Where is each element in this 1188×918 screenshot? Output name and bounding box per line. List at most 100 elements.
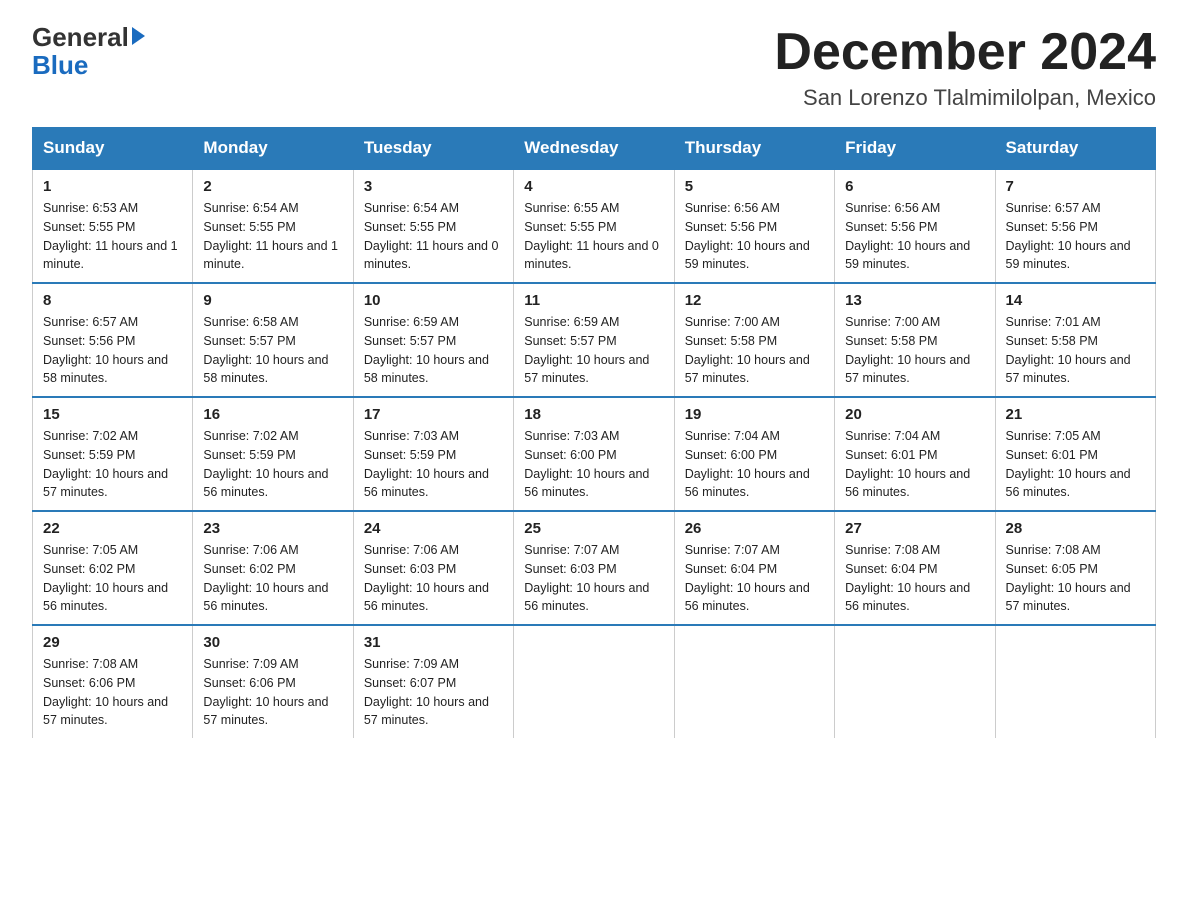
day-number: 24 [364, 520, 503, 537]
col-header-wednesday: Wednesday [514, 128, 674, 170]
day-info: Sunrise: 6:56 AMSunset: 5:56 PMDaylight:… [685, 201, 810, 271]
day-number: 20 [845, 406, 984, 423]
day-number: 1 [43, 178, 182, 195]
calendar-cell [835, 625, 995, 738]
day-number: 16 [203, 406, 342, 423]
calendar-cell: 9 Sunrise: 6:58 AMSunset: 5:57 PMDayligh… [193, 283, 353, 397]
day-number: 13 [845, 292, 984, 309]
calendar-cell: 19 Sunrise: 7:04 AMSunset: 6:00 PMDaylig… [674, 397, 834, 511]
day-info: Sunrise: 6:59 AMSunset: 5:57 PMDaylight:… [364, 315, 489, 385]
day-number: 14 [1006, 292, 1145, 309]
day-number: 4 [524, 178, 663, 195]
day-info: Sunrise: 7:09 AMSunset: 6:06 PMDaylight:… [203, 657, 328, 727]
day-info: Sunrise: 6:56 AMSunset: 5:56 PMDaylight:… [845, 201, 970, 271]
day-number: 11 [524, 292, 663, 309]
calendar-cell: 30 Sunrise: 7:09 AMSunset: 6:06 PMDaylig… [193, 625, 353, 738]
calendar-cell: 2 Sunrise: 6:54 AMSunset: 5:55 PMDayligh… [193, 169, 353, 283]
calendar-cell: 24 Sunrise: 7:06 AMSunset: 6:03 PMDaylig… [353, 511, 513, 625]
day-number: 15 [43, 406, 182, 423]
day-number: 10 [364, 292, 503, 309]
day-number: 3 [364, 178, 503, 195]
calendar-cell: 7 Sunrise: 6:57 AMSunset: 5:56 PMDayligh… [995, 169, 1155, 283]
calendar-table: SundayMondayTuesdayWednesdayThursdayFrid… [32, 127, 1156, 738]
day-number: 8 [43, 292, 182, 309]
calendar-cell [995, 625, 1155, 738]
day-info: Sunrise: 7:03 AMSunset: 6:00 PMDaylight:… [524, 429, 649, 499]
calendar-week-row: 22 Sunrise: 7:05 AMSunset: 6:02 PMDaylig… [33, 511, 1156, 625]
col-header-friday: Friday [835, 128, 995, 170]
day-number: 17 [364, 406, 503, 423]
month-title: December 2024 [774, 24, 1156, 81]
day-info: Sunrise: 7:00 AMSunset: 5:58 PMDaylight:… [685, 315, 810, 385]
logo-text-general: General [32, 24, 129, 50]
calendar-week-row: 15 Sunrise: 7:02 AMSunset: 5:59 PMDaylig… [33, 397, 1156, 511]
calendar-cell: 25 Sunrise: 7:07 AMSunset: 6:03 PMDaylig… [514, 511, 674, 625]
day-info: Sunrise: 7:07 AMSunset: 6:03 PMDaylight:… [524, 543, 649, 613]
day-info: Sunrise: 7:08 AMSunset: 6:05 PMDaylight:… [1006, 543, 1131, 613]
calendar-cell: 14 Sunrise: 7:01 AMSunset: 5:58 PMDaylig… [995, 283, 1155, 397]
day-info: Sunrise: 6:57 AMSunset: 5:56 PMDaylight:… [43, 315, 168, 385]
calendar-cell: 12 Sunrise: 7:00 AMSunset: 5:58 PMDaylig… [674, 283, 834, 397]
calendar-cell: 13 Sunrise: 7:00 AMSunset: 5:58 PMDaylig… [835, 283, 995, 397]
calendar-cell: 22 Sunrise: 7:05 AMSunset: 6:02 PMDaylig… [33, 511, 193, 625]
day-number: 29 [43, 634, 182, 651]
day-number: 23 [203, 520, 342, 537]
day-info: Sunrise: 7:06 AMSunset: 6:03 PMDaylight:… [364, 543, 489, 613]
day-number: 9 [203, 292, 342, 309]
calendar-cell: 10 Sunrise: 6:59 AMSunset: 5:57 PMDaylig… [353, 283, 513, 397]
day-number: 25 [524, 520, 663, 537]
day-number: 5 [685, 178, 824, 195]
calendar-cell: 27 Sunrise: 7:08 AMSunset: 6:04 PMDaylig… [835, 511, 995, 625]
day-number: 2 [203, 178, 342, 195]
calendar-cell: 11 Sunrise: 6:59 AMSunset: 5:57 PMDaylig… [514, 283, 674, 397]
calendar-cell: 23 Sunrise: 7:06 AMSunset: 6:02 PMDaylig… [193, 511, 353, 625]
day-info: Sunrise: 7:08 AMSunset: 6:06 PMDaylight:… [43, 657, 168, 727]
calendar-week-row: 29 Sunrise: 7:08 AMSunset: 6:06 PMDaylig… [33, 625, 1156, 738]
day-info: Sunrise: 6:57 AMSunset: 5:56 PMDaylight:… [1006, 201, 1131, 271]
day-number: 6 [845, 178, 984, 195]
col-header-sunday: Sunday [33, 128, 193, 170]
calendar-cell: 18 Sunrise: 7:03 AMSunset: 6:00 PMDaylig… [514, 397, 674, 511]
day-number: 7 [1006, 178, 1145, 195]
day-number: 19 [685, 406, 824, 423]
day-number: 26 [685, 520, 824, 537]
title-section: December 2024 San Lorenzo Tlalmimilolpan… [774, 24, 1156, 111]
logo-text-blue: Blue [32, 50, 201, 81]
day-info: Sunrise: 7:07 AMSunset: 6:04 PMDaylight:… [685, 543, 810, 613]
calendar-cell: 31 Sunrise: 7:09 AMSunset: 6:07 PMDaylig… [353, 625, 513, 738]
logo: General Blue [32, 24, 201, 81]
day-info: Sunrise: 7:05 AMSunset: 6:01 PMDaylight:… [1006, 429, 1131, 499]
day-number: 30 [203, 634, 342, 651]
calendar-cell: 21 Sunrise: 7:05 AMSunset: 6:01 PMDaylig… [995, 397, 1155, 511]
day-info: Sunrise: 7:04 AMSunset: 6:00 PMDaylight:… [685, 429, 810, 499]
calendar-cell: 29 Sunrise: 7:08 AMSunset: 6:06 PMDaylig… [33, 625, 193, 738]
day-number: 21 [1006, 406, 1145, 423]
day-info: Sunrise: 7:08 AMSunset: 6:04 PMDaylight:… [845, 543, 970, 613]
location-title: San Lorenzo Tlalmimilolpan, Mexico [774, 85, 1156, 111]
day-number: 18 [524, 406, 663, 423]
calendar-cell: 26 Sunrise: 7:07 AMSunset: 6:04 PMDaylig… [674, 511, 834, 625]
day-info: Sunrise: 7:09 AMSunset: 6:07 PMDaylight:… [364, 657, 489, 727]
calendar-week-row: 1 Sunrise: 6:53 AMSunset: 5:55 PMDayligh… [33, 169, 1156, 283]
day-info: Sunrise: 6:54 AMSunset: 5:55 PMDaylight:… [203, 201, 338, 271]
col-header-thursday: Thursday [674, 128, 834, 170]
calendar-cell: 4 Sunrise: 6:55 AMSunset: 5:55 PMDayligh… [514, 169, 674, 283]
calendar-cell [514, 625, 674, 738]
calendar-cell: 8 Sunrise: 6:57 AMSunset: 5:56 PMDayligh… [33, 283, 193, 397]
day-number: 12 [685, 292, 824, 309]
day-info: Sunrise: 7:02 AMSunset: 5:59 PMDaylight:… [43, 429, 168, 499]
day-info: Sunrise: 7:06 AMSunset: 6:02 PMDaylight:… [203, 543, 328, 613]
day-number: 31 [364, 634, 503, 651]
col-header-saturday: Saturday [995, 128, 1155, 170]
col-header-monday: Monday [193, 128, 353, 170]
calendar-cell: 17 Sunrise: 7:03 AMSunset: 5:59 PMDaylig… [353, 397, 513, 511]
calendar-cell [674, 625, 834, 738]
calendar-cell: 28 Sunrise: 7:08 AMSunset: 6:05 PMDaylig… [995, 511, 1155, 625]
calendar-header-row: SundayMondayTuesdayWednesdayThursdayFrid… [33, 128, 1156, 170]
day-info: Sunrise: 6:58 AMSunset: 5:57 PMDaylight:… [203, 315, 328, 385]
day-info: Sunrise: 6:53 AMSunset: 5:55 PMDaylight:… [43, 201, 178, 271]
page-header: General Blue December 2024 San Lorenzo T… [32, 24, 1156, 111]
calendar-cell: 6 Sunrise: 6:56 AMSunset: 5:56 PMDayligh… [835, 169, 995, 283]
day-info: Sunrise: 6:54 AMSunset: 5:55 PMDaylight:… [364, 201, 499, 271]
col-header-tuesday: Tuesday [353, 128, 513, 170]
